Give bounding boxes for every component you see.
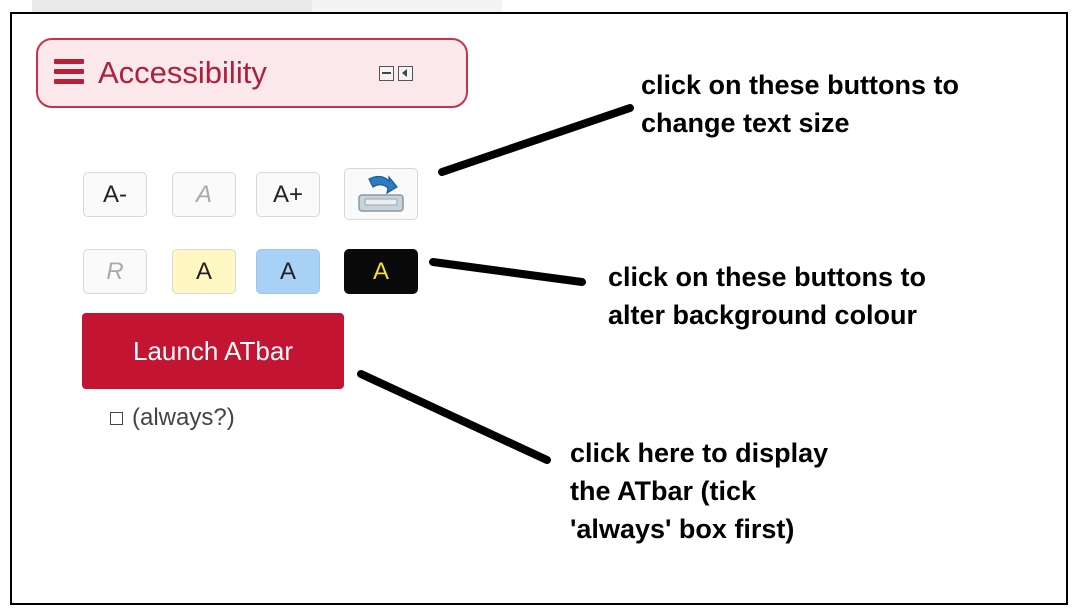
note-text-size-line-2: change text size (641, 108, 850, 138)
arrow-text-size (438, 104, 634, 176)
note-text-size-line-1: click on these buttons to (641, 70, 960, 100)
arrow-launch (357, 370, 551, 464)
note-background-line-1: click on these buttons to (608, 262, 927, 292)
note-background-line-2: alter background colour (608, 300, 918, 330)
arrow-background (429, 258, 586, 286)
note-text-size: click on these buttons to change text si… (641, 66, 959, 142)
note-launch-line-2: the ATbar (tick (570, 476, 757, 506)
note-launch: click here to display the ATbar (tick 'a… (570, 434, 828, 548)
note-background: click on these buttons to alter backgrou… (608, 258, 926, 334)
note-launch-line-3: 'always' box first) (570, 514, 795, 544)
note-launch-line-1: click here to display (570, 438, 829, 468)
